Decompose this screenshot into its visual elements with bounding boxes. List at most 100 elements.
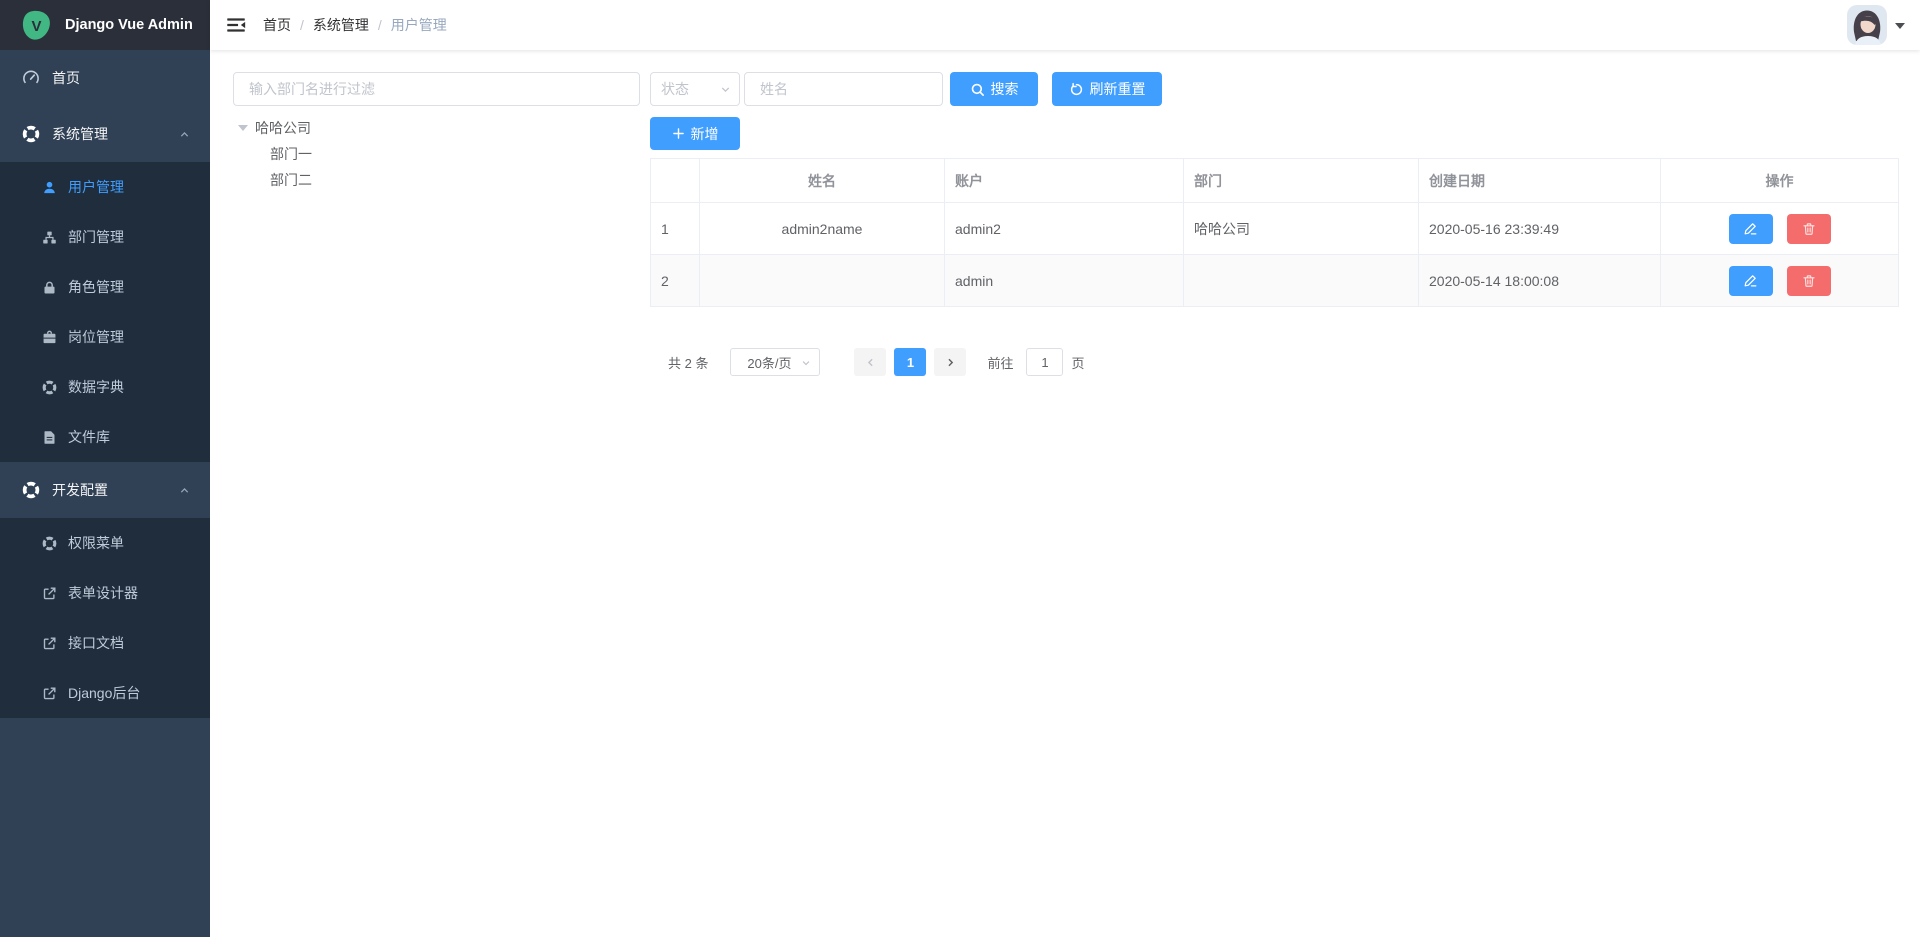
sidebar-group-label: 系统管理 bbox=[52, 124, 108, 144]
cell-actions bbox=[1661, 203, 1899, 255]
table-header-row: 姓名 账户 部门 创建日期 操作 bbox=[651, 159, 1899, 203]
compass-icon bbox=[42, 380, 57, 395]
trash-icon bbox=[1802, 274, 1816, 288]
table-row[interactable]: 2 admin 2020-05-14 18:00:08 bbox=[651, 255, 1899, 307]
sidebar-group-system[interactable]: 系统管理 bbox=[0, 106, 210, 162]
plus-icon bbox=[672, 127, 685, 140]
sidebar-item-data-dict[interactable]: 数据字典 bbox=[0, 362, 210, 412]
refresh-reset-button[interactable]: 刷新重置 bbox=[1052, 72, 1162, 106]
tree-node-label: 部门一 bbox=[270, 144, 312, 164]
search-button[interactable]: 搜索 bbox=[950, 72, 1038, 106]
sidebar-item-permission-menu[interactable]: 权限菜单 bbox=[0, 518, 210, 568]
user-icon bbox=[42, 180, 57, 195]
cell-index: 2 bbox=[651, 255, 700, 307]
page-number-active[interactable]: 1 bbox=[894, 348, 926, 376]
sidebar-item-user-mgmt[interactable]: 用户管理 bbox=[0, 162, 210, 212]
tree-node-label: 哈哈公司 bbox=[255, 118, 311, 138]
breadcrumb-system-mgmt[interactable]: 系统管理 bbox=[313, 15, 369, 35]
status-select[interactable] bbox=[650, 72, 740, 106]
hamburger-icon[interactable] bbox=[226, 15, 246, 35]
app-title: Django Vue Admin bbox=[65, 17, 193, 33]
department-tree: 哈哈公司 部门一 部门二 bbox=[233, 115, 640, 193]
add-button-label: 新增 bbox=[691, 124, 719, 144]
status-select-input[interactable] bbox=[650, 72, 740, 106]
search-icon bbox=[970, 82, 985, 97]
pagination-total: 共 2 条 bbox=[668, 353, 708, 372]
goto-page-input[interactable] bbox=[1026, 348, 1063, 376]
sidebar-item-label: 角色管理 bbox=[68, 277, 124, 297]
edit-button[interactable] bbox=[1729, 266, 1773, 296]
system-icon bbox=[22, 125, 40, 143]
sidebar-item-api-docs[interactable]: 接口文档 bbox=[0, 618, 210, 668]
compass-icon bbox=[42, 536, 57, 551]
cell-created: 2020-05-16 23:39:49 bbox=[1419, 203, 1661, 255]
department-panel: 哈哈公司 部门一 部门二 bbox=[233, 72, 640, 937]
sidebar-item-dept-mgmt[interactable]: 部门管理 bbox=[0, 212, 210, 262]
delete-button[interactable] bbox=[1787, 214, 1831, 244]
col-header-created: 创建日期 bbox=[1419, 159, 1661, 203]
cell-actions bbox=[1661, 255, 1899, 307]
external-link-icon bbox=[42, 586, 57, 601]
chevron-up-icon bbox=[179, 485, 190, 496]
cell-name bbox=[700, 255, 945, 307]
cell-account: admin2 bbox=[945, 203, 1184, 255]
top-navbar: 首页 / 系统管理 / 用户管理 bbox=[210, 0, 1920, 50]
sidebar-item-role-mgmt[interactable]: 角色管理 bbox=[0, 262, 210, 312]
logo[interactable]: V Django Vue Admin bbox=[0, 0, 210, 50]
name-filter-input[interactable] bbox=[744, 72, 943, 106]
app-root: V Django Vue Admin 首页 bbox=[0, 0, 1920, 937]
caret-down-icon bbox=[238, 125, 248, 136]
sidebar-item-home[interactable]: 首页 bbox=[0, 50, 210, 106]
col-header-index bbox=[651, 159, 700, 203]
sidebar-item-label: 数据字典 bbox=[68, 377, 124, 397]
cell-name: admin2name bbox=[700, 203, 945, 255]
tree-node-dept-2[interactable]: 部门二 bbox=[233, 167, 640, 193]
sidebar-item-file-library[interactable]: 文件库 bbox=[0, 412, 210, 462]
tree-node-dept-1[interactable]: 部门一 bbox=[233, 141, 640, 167]
sidebar-item-post-mgmt[interactable]: 岗位管理 bbox=[0, 312, 210, 362]
tree-node-company[interactable]: 哈哈公司 bbox=[233, 115, 640, 141]
user-menu[interactable] bbox=[1847, 5, 1905, 45]
add-button[interactable]: 新增 bbox=[650, 117, 740, 150]
search-button-label: 搜索 bbox=[991, 79, 1019, 99]
sidebar-item-label: 用户管理 bbox=[68, 177, 124, 197]
col-header-actions: 操作 bbox=[1661, 159, 1899, 203]
sidebar-item-label: 接口文档 bbox=[68, 633, 124, 653]
external-link-icon bbox=[42, 686, 57, 701]
edit-button[interactable] bbox=[1729, 214, 1773, 244]
caret-down-icon bbox=[1895, 23, 1905, 34]
table-row[interactable]: 1 admin2name admin2 哈哈公司 2020-05-16 23:3… bbox=[651, 203, 1899, 255]
breadcrumb-home[interactable]: 首页 bbox=[263, 15, 291, 35]
sidebar-item-django-admin[interactable]: Django后台 bbox=[0, 668, 210, 718]
sidebar-menu: 首页 系统管理 用户管理 bbox=[0, 50, 210, 937]
prev-page-button[interactable] bbox=[854, 348, 886, 376]
main-area: 首页 / 系统管理 / 用户管理 bbox=[210, 0, 1920, 937]
cell-department: 哈哈公司 bbox=[1184, 203, 1419, 255]
filter-toolbar: 搜索 刷新重置 bbox=[650, 72, 1899, 106]
avatar[interactable] bbox=[1847, 5, 1887, 45]
sidebar-item-label: 文件库 bbox=[68, 427, 110, 447]
delete-button[interactable] bbox=[1787, 266, 1831, 296]
users-table: 姓名 账户 部门 创建日期 操作 1 admin2name ad bbox=[650, 158, 1899, 307]
sidebar-group-dev-config[interactable]: 开发配置 bbox=[0, 462, 210, 518]
submenu-system: 用户管理 部门管理 角色管理 bbox=[0, 162, 210, 462]
users-panel: 搜索 刷新重置 新增 bbox=[650, 72, 1899, 937]
breadcrumb: 首页 / 系统管理 / 用户管理 bbox=[263, 15, 447, 35]
sidebar-item-label: Django后台 bbox=[68, 683, 140, 703]
external-link-icon bbox=[42, 636, 57, 651]
chevron-left-icon bbox=[865, 357, 876, 368]
cell-account: admin bbox=[945, 255, 1184, 307]
department-filter-input[interactable] bbox=[233, 72, 640, 106]
sidebar-item-label: 表单设计器 bbox=[68, 583, 138, 603]
chevron-right-icon bbox=[945, 357, 956, 368]
tree-node-label: 部门二 bbox=[270, 170, 312, 190]
sidebar-item-form-designer[interactable]: 表单设计器 bbox=[0, 568, 210, 618]
dashboard-icon bbox=[22, 69, 40, 87]
svg-text:V: V bbox=[31, 18, 41, 35]
page-size-select[interactable]: 20条/页 bbox=[730, 348, 820, 376]
goto-label: 前往 bbox=[987, 353, 1013, 372]
col-header-account: 账户 bbox=[945, 159, 1184, 203]
next-page-button[interactable] bbox=[934, 348, 966, 376]
compass-icon bbox=[22, 481, 40, 499]
edit-pencil-icon bbox=[1743, 273, 1758, 288]
